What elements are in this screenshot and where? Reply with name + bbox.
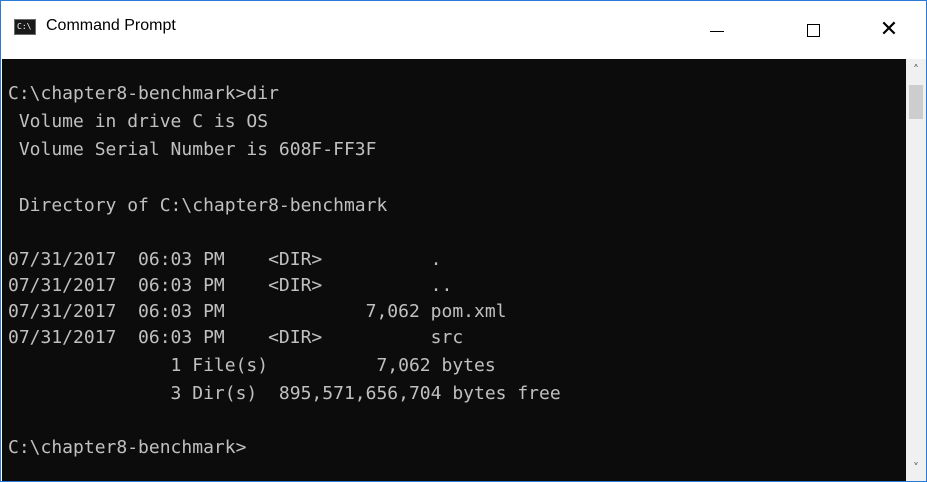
console-line: 07/31/2017 06:03 PM <DIR> .. xyxy=(8,275,453,296)
minimize-icon xyxy=(710,30,724,32)
console-line: C:\chapter8-benchmark>dir xyxy=(8,83,279,104)
console-output[interactable]: C:\chapter8-benchmark>dir Volume in driv… xyxy=(2,59,906,481)
icon-label: C:\ xyxy=(17,22,32,31)
console-line: 07/31/2017 06:03 PM <DIR> . xyxy=(8,249,442,270)
console-line: Volume in drive C is OS xyxy=(8,111,269,132)
console-line: Volume Serial Number is 608F-FF3F xyxy=(8,139,377,160)
console-line: 1 File(s) 7,062 bytes xyxy=(8,355,496,376)
maximize-button[interactable] xyxy=(790,1,836,59)
command-prompt-window: C:\ Command Prompt ✕ C:\chapter8-benchma… xyxy=(0,0,927,482)
console-line: 3 Dir(s) 895,571,656,704 bytes free xyxy=(8,383,561,404)
close-button[interactable]: ✕ xyxy=(866,1,912,59)
command-prompt-icon[interactable]: C:\ xyxy=(14,19,36,35)
close-icon: ✕ xyxy=(879,17,899,42)
minimize-button[interactable] xyxy=(694,1,740,59)
window-title: Command Prompt xyxy=(46,17,176,34)
vertical-scrollbar[interactable]: ˄ ˅ xyxy=(906,59,926,481)
scroll-thumb[interactable] xyxy=(909,85,923,119)
scroll-up-arrow-icon[interactable]: ˄ xyxy=(906,63,926,79)
console-prompt-line[interactable]: C:\chapter8-benchmark> xyxy=(8,437,246,459)
title-bar[interactable]: C:\ Command Prompt ✕ xyxy=(1,1,926,59)
console-line: 07/31/2017 06:03 PM <DIR> src xyxy=(8,327,464,348)
scroll-down-arrow-icon[interactable]: ˅ xyxy=(906,461,926,477)
console-line: 07/31/2017 06:03 PM 7,062 pom.xml xyxy=(8,301,507,322)
maximize-icon xyxy=(806,23,820,37)
console-line: Directory of C:\chapter8-benchmark xyxy=(8,195,388,216)
